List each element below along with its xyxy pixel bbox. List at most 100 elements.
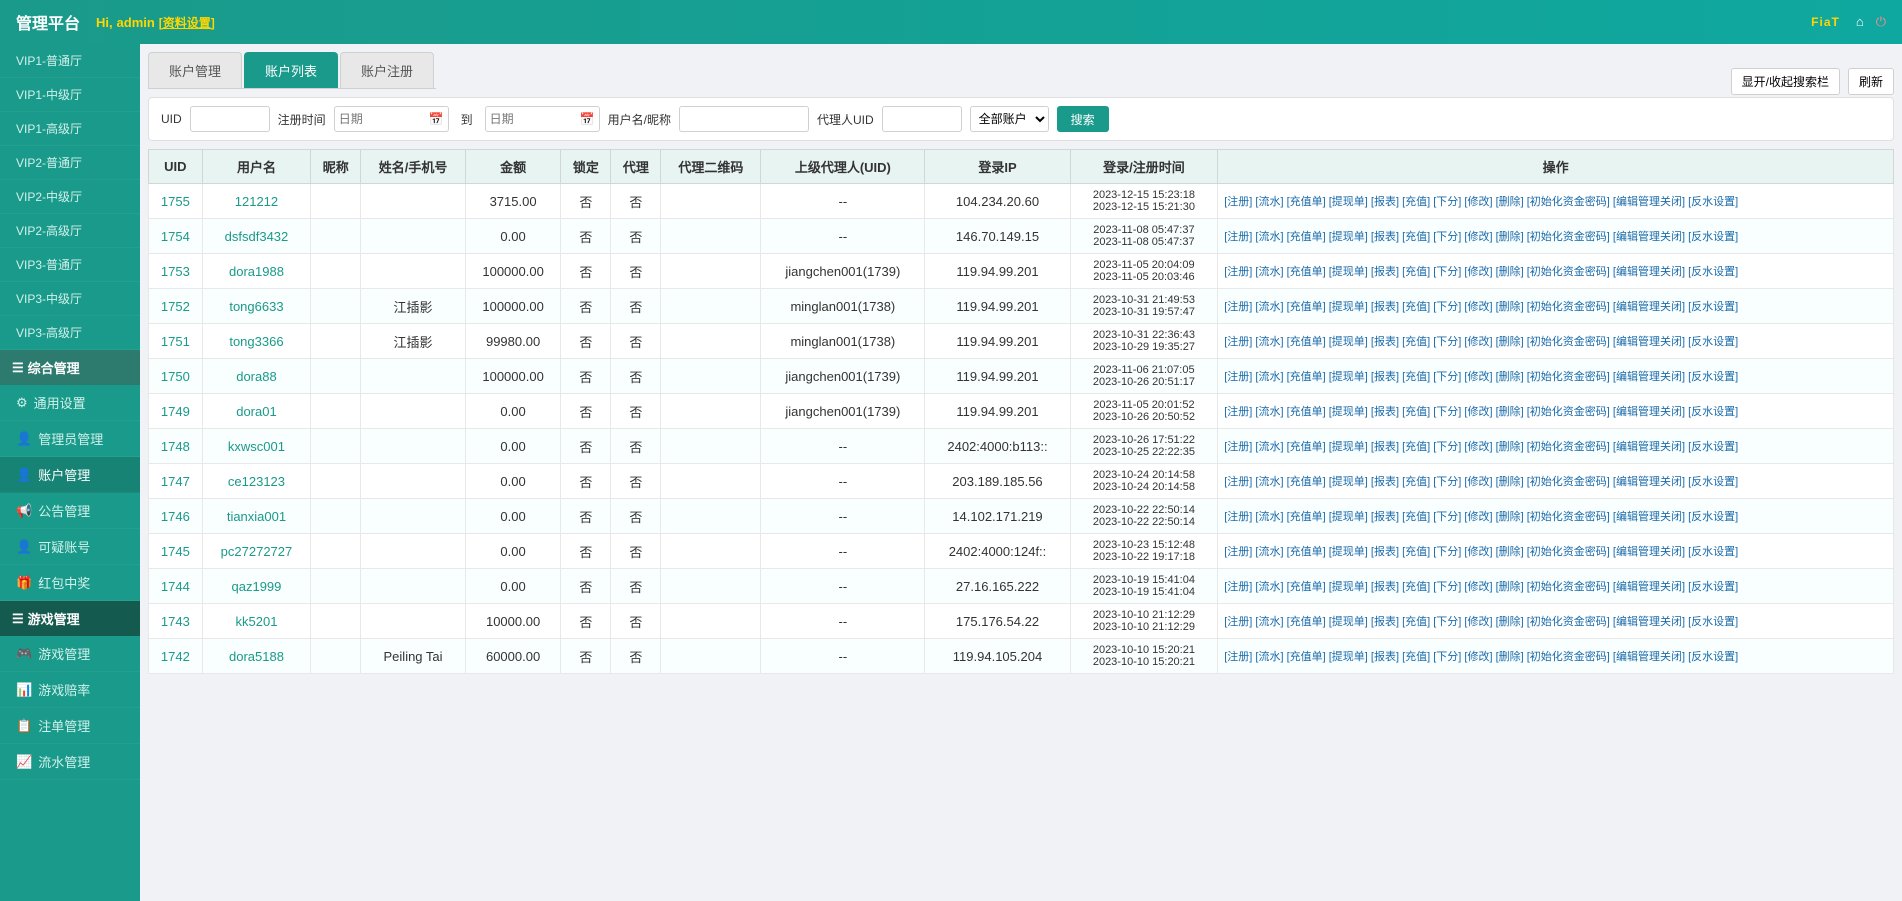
row-9-col-0[interactable]: 1746 (149, 499, 203, 534)
row-9-col-1[interactable]: tianxia001 (202, 499, 310, 534)
row-3-col-0[interactable]: 1752 (149, 289, 203, 324)
row-1-col-1[interactable]: dsfsdf3432 (202, 219, 310, 254)
row-8-col-1[interactable]: ce123123 (202, 464, 310, 499)
sidebar-item-game-odds[interactable]: 📊游戏赔率 (0, 672, 140, 708)
redpacket-icon: 🎁 (16, 575, 32, 591)
table-row: 1744qaz19990.00否否--27.16.165.2222023-10-… (149, 569, 1894, 604)
calendar-icon-to[interactable]: 📅 (580, 112, 595, 126)
sidebar-section-comprehensive: ☰ 综合管理 (0, 350, 140, 385)
row-11-col-11[interactable]: [注册] [流水] [充值单] [提现单] [报表] [充值] [下分] [修改… (1218, 569, 1894, 604)
sidebar-item-vip3-middle[interactable]: VIP3-中级厅 (0, 282, 140, 316)
agent-uid-input[interactable] (882, 106, 962, 132)
sidebar-item-vip1-normal[interactable]: VIP1-普通厅 (0, 44, 140, 78)
row-12-col-0[interactable]: 1743 (149, 604, 203, 639)
sidebar-item-flow-manage[interactable]: 📈流水管理 (0, 744, 140, 780)
row-6-col-3 (361, 394, 466, 429)
date-from-input[interactable] (339, 112, 429, 126)
hi-label: Hi, (96, 15, 113, 30)
reg-time: 2023-10-19 15:41:04 (1077, 586, 1212, 598)
sidebar-item-vip1-middle[interactable]: VIP1-中级厅 (0, 78, 140, 112)
main-layout: VIP1-普通厅VIP1-中级厅VIP1-高级厅VIP2-普通厅VIP2-中级厅… (0, 44, 1902, 901)
topbar-icons: ⌂ ⏻ (1856, 14, 1886, 30)
row-0-col-0[interactable]: 1755 (149, 184, 203, 219)
game-odds-label: 游戏赔率 (38, 680, 90, 699)
sidebar-item-vip2-middle[interactable]: VIP2-中级厅 (0, 180, 140, 214)
uid-input[interactable] (190, 106, 270, 132)
row-5-col-2 (311, 359, 361, 394)
account-list-tab[interactable]: 账户列表 (244, 52, 338, 88)
toggle-search-btn[interactable]: 显开/收起搜索栏 (1731, 68, 1840, 95)
row-3-col-11[interactable]: [注册] [流水] [充值单] [提现单] [报表] [充值] [下分] [修改… (1218, 289, 1894, 324)
sidebar-item-vip3-high[interactable]: VIP3-高级厅 (0, 316, 140, 350)
row-12-col-1[interactable]: kk5201 (202, 604, 310, 639)
row-12-col-11[interactable]: [注册] [流水] [充值单] [提现单] [报表] [充值] [下分] [修改… (1218, 604, 1894, 639)
sidebar-item-vip1-high[interactable]: VIP1-高级厅 (0, 112, 140, 146)
row-0-col-1[interactable]: 121212 (202, 184, 310, 219)
row-10-col-0[interactable]: 1745 (149, 534, 203, 569)
calendar-icon-from[interactable]: 📅 (429, 112, 444, 126)
search-btn[interactable]: 搜索 (1057, 106, 1109, 132)
row-13-col-1[interactable]: dora5188 (202, 639, 310, 674)
account-register-tab[interactable]: 账户注册 (340, 52, 434, 88)
row-8-col-6: 否 (611, 464, 661, 499)
row-5-col-11[interactable]: [注册] [流水] [充值单] [提现单] [报表] [充值] [下分] [修改… (1218, 359, 1894, 394)
username-input[interactable] (679, 106, 809, 132)
row-7-col-0[interactable]: 1748 (149, 429, 203, 464)
sidebar-item-notice-manage[interactable]: 📢公告管理 (0, 493, 140, 529)
row-4-col-11[interactable]: [注册] [流水] [充值单] [提现单] [报表] [充值] [下分] [修改… (1218, 324, 1894, 359)
row-4-col-0[interactable]: 1751 (149, 324, 203, 359)
account-manage-tab[interactable]: 账户管理 (148, 52, 242, 88)
app-logo: 管理平台 (16, 10, 80, 34)
sidebar-item-account-manage[interactable]: 👤账户管理 (0, 457, 140, 493)
sidebar-item-game-manage[interactable]: 🎮游戏管理 (0, 636, 140, 672)
row-10-col-11[interactable]: [注册] [流水] [充值单] [提现单] [报表] [充值] [下分] [修改… (1218, 534, 1894, 569)
sidebar-item-register-manage[interactable]: 📋注单管理 (0, 708, 140, 744)
login-time: 2023-10-10 21:12:29 (1077, 609, 1212, 621)
row-2-col-11[interactable]: [注册] [流水] [充值单] [提现单] [报表] [充值] [下分] [修改… (1218, 254, 1894, 289)
sidebar-item-vip3-normal[interactable]: VIP3-普通厅 (0, 248, 140, 282)
login-time: 2023-10-31 21:49:53 (1077, 294, 1212, 306)
row-1-col-0[interactable]: 1754 (149, 219, 203, 254)
row-7-col-11[interactable]: [注册] [流水] [充值单] [提现单] [报表] [充值] [下分] [修改… (1218, 429, 1894, 464)
row-11-col-1[interactable]: qaz1999 (202, 569, 310, 604)
row-1-col-11[interactable]: [注册] [流水] [充值单] [提现单] [报表] [充值] [下分] [修改… (1218, 219, 1894, 254)
row-3-col-1[interactable]: tong6633 (202, 289, 310, 324)
row-6-col-1[interactable]: dora01 (202, 394, 310, 429)
sidebar-item-general-settings[interactable]: ⚙通用设置 (0, 385, 140, 421)
row-11-col-0[interactable]: 1744 (149, 569, 203, 604)
sidebar-item-redpacket[interactable]: 🎁红包中奖 (0, 565, 140, 601)
row-6-col-11[interactable]: [注册] [流水] [充值单] [提现单] [报表] [充值] [下分] [修改… (1218, 394, 1894, 429)
date-to-input[interactable] (490, 112, 580, 126)
refresh-btn[interactable]: 刷新 (1848, 68, 1894, 95)
row-9-col-11[interactable]: [注册] [流水] [充值单] [提现单] [报表] [充值] [下分] [修改… (1218, 499, 1894, 534)
sidebar-item-suspicious[interactable]: 👤可疑账号 (0, 529, 140, 565)
game-manage-icon: 🎮 (16, 646, 32, 662)
row-8-col-0[interactable]: 1747 (149, 464, 203, 499)
sidebar-item-vip2-normal[interactable]: VIP2-普通厅 (0, 146, 140, 180)
row-7-col-1[interactable]: kxwsc001 (202, 429, 310, 464)
row-10-col-9: 2402:4000:124f:: (925, 534, 1070, 569)
row-6-col-0[interactable]: 1749 (149, 394, 203, 429)
account-type-select[interactable]: 全部账户 (970, 106, 1049, 132)
row-8-col-11[interactable]: [注册] [流水] [充值单] [提现单] [报表] [充值] [下分] [修改… (1218, 464, 1894, 499)
sidebar-item-vip2-high[interactable]: VIP2-高级厅 (0, 214, 140, 248)
row-13-col-0[interactable]: 1742 (149, 639, 203, 674)
power-icon[interactable]: ⏻ (1876, 14, 1886, 30)
row-10-col-1[interactable]: pc27272727 (202, 534, 310, 569)
row-2-col-0[interactable]: 1753 (149, 254, 203, 289)
row-11-col-3 (361, 569, 466, 604)
row-11-col-10: 2023-10-19 15:41:042023-10-19 15:41:04 (1070, 569, 1218, 604)
topbar: 管理平台 Hi, admin [资料设置] FiaT ⌂ ⏻ (0, 0, 1902, 44)
settings-link[interactable]: [资料设置] (159, 16, 215, 30)
sidebar-item-admin-manage[interactable]: 👤管理员管理 (0, 421, 140, 457)
row-2-col-1[interactable]: dora1988 (202, 254, 310, 289)
date-from: 📅 (334, 106, 449, 132)
row-3-col-2 (311, 289, 361, 324)
row-5-col-0[interactable]: 1750 (149, 359, 203, 394)
row-13-col-11[interactable]: [注册] [流水] [充值单] [提现单] [报表] [充值] [下分] [修改… (1218, 639, 1894, 674)
row-5-col-1[interactable]: dora88 (202, 359, 310, 394)
row-4-col-1[interactable]: tong3366 (202, 324, 310, 359)
row-0-col-11[interactable]: [注册] [流水] [充值单] [提现单] [报表] [充值] [下分] [修改… (1218, 184, 1894, 219)
row-4-col-4: 99980.00 (465, 324, 560, 359)
home-icon[interactable]: ⌂ (1856, 14, 1864, 30)
